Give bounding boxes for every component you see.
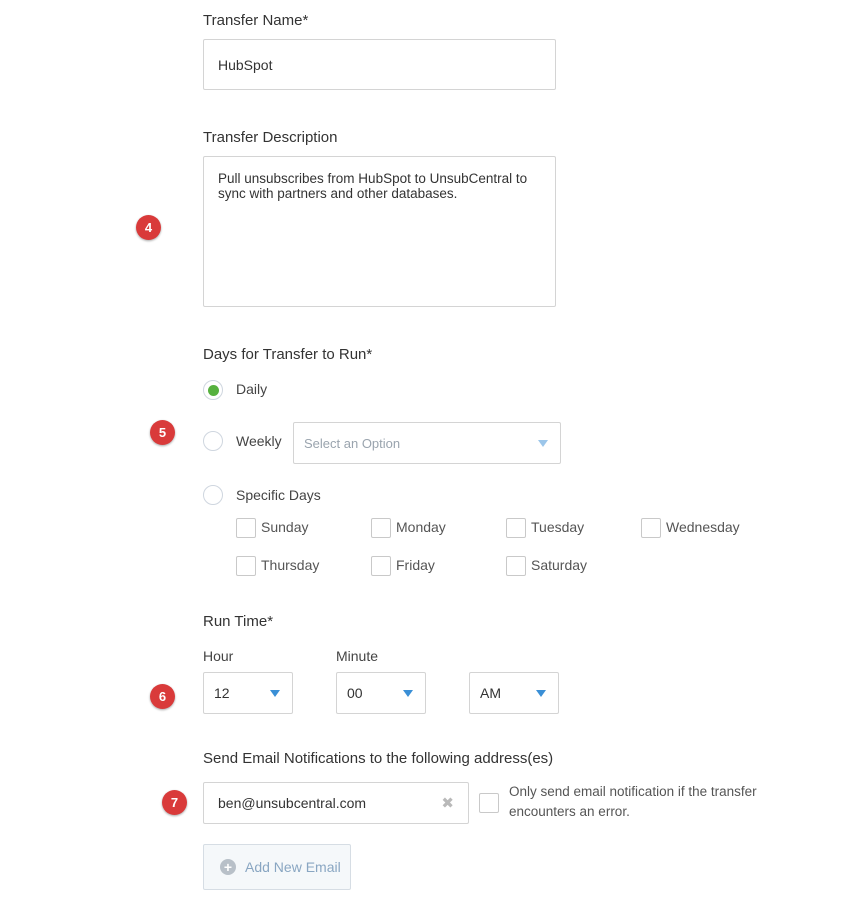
transfer-settings-form: Transfer Name* HubSpot Transfer Descript… — [0, 0, 861, 913]
tuesday-label: Tuesday — [531, 519, 585, 535]
minute-select[interactable]: 00 — [336, 672, 426, 714]
hour-select[interactable]: 12 — [203, 672, 293, 714]
chevron-down-icon — [536, 689, 546, 697]
clear-icon[interactable]: ✖ — [441, 794, 454, 812]
monday-checkbox[interactable] — [371, 518, 391, 538]
run-time-label: Run Time* — [203, 613, 274, 630]
transfer-name-label: Transfer Name* — [203, 12, 309, 29]
email-value: ben@unsubcentral.com — [218, 795, 367, 811]
chevron-down-icon — [538, 439, 548, 447]
ampm-select[interactable]: AM — [469, 672, 559, 714]
email-input[interactable]: ben@unsubcentral.com ✖ — [203, 782, 469, 824]
daily-radio[interactable] — [203, 380, 223, 400]
ampm-value: AM — [480, 685, 501, 701]
saturday-label: Saturday — [531, 557, 588, 573]
friday-label: Friday — [396, 557, 435, 573]
transfer-name-input[interactable]: HubSpot — [203, 39, 556, 90]
chevron-down-icon — [403, 689, 413, 697]
weekly-select[interactable]: Select an Option — [293, 422, 561, 464]
wednesday-checkbox[interactable] — [641, 518, 661, 538]
step-badge-6: 6 — [150, 684, 175, 709]
saturday-checkbox[interactable] — [506, 556, 526, 576]
friday-checkbox[interactable] — [371, 556, 391, 576]
add-new-email-label: Add New Email — [245, 859, 341, 875]
transfer-description-value: Pull unsubscribes from HubSpot to UnsubC… — [218, 171, 528, 201]
tuesday-checkbox[interactable] — [506, 518, 526, 538]
minute-value: 00 — [347, 685, 363, 701]
hour-label: Hour — [203, 648, 234, 664]
chevron-down-icon — [270, 689, 280, 697]
add-new-email-button[interactable]: + Add New Email — [203, 844, 351, 890]
specific-days-radio[interactable] — [203, 485, 223, 505]
thursday-label: Thursday — [261, 557, 320, 573]
daily-label: Daily — [236, 381, 268, 397]
transfer-description-label: Transfer Description — [203, 129, 338, 146]
plus-circle-icon: + — [220, 859, 236, 875]
radio-selected-dot — [207, 384, 219, 396]
weekly-radio[interactable] — [203, 431, 223, 451]
step-badge-7: 7 — [162, 790, 187, 815]
days-label: Days for Transfer to Run* — [203, 346, 373, 363]
sunday-checkbox[interactable] — [236, 518, 256, 538]
thursday-checkbox[interactable] — [236, 556, 256, 576]
minute-label: Minute — [336, 648, 379, 664]
step-badge-4: 4 — [136, 215, 161, 240]
error-only-label: Only send email notification if the tran… — [509, 784, 757, 819]
specific-days-label: Specific Days — [236, 487, 321, 503]
step-badge-5: 5 — [150, 420, 175, 445]
wednesday-label: Wednesday — [666, 519, 740, 535]
monday-label: Monday — [396, 519, 446, 535]
sunday-label: Sunday — [261, 519, 309, 535]
weekly-label: Weekly — [236, 433, 282, 449]
error-only-checkbox[interactable] — [479, 793, 499, 813]
email-notifications-label: Send Email Notifications to the followin… — [203, 750, 554, 767]
transfer-description-textarea[interactable]: Pull unsubscribes from HubSpot to UnsubC… — [203, 156, 556, 307]
hour-value: 12 — [214, 685, 230, 701]
transfer-name-value: HubSpot — [218, 56, 273, 73]
weekly-select-placeholder: Select an Option — [304, 435, 401, 451]
